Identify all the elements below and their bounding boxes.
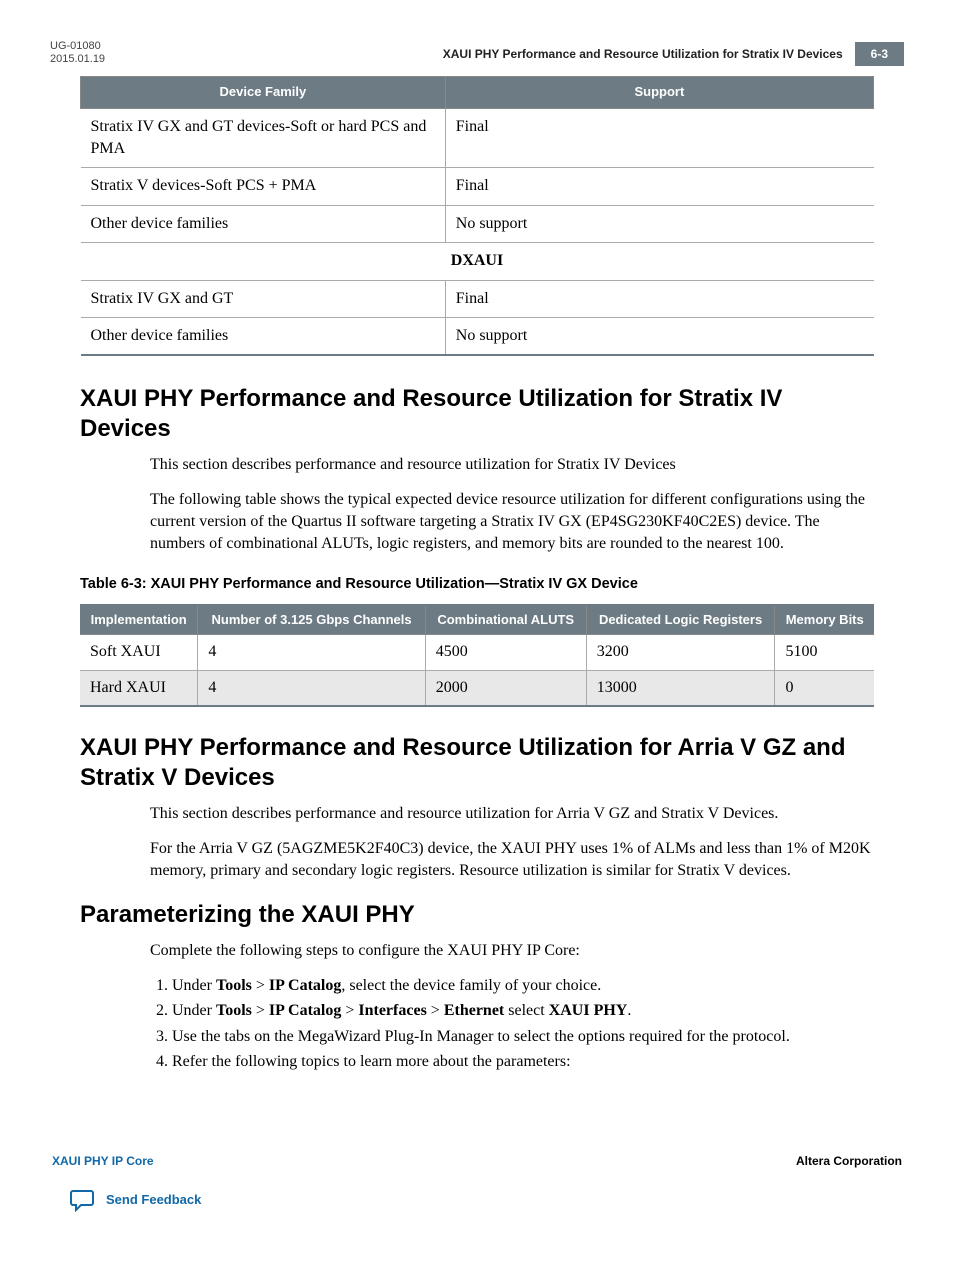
page-footer: XAUI PHY IP Core Altera Corporation bbox=[50, 1153, 904, 1170]
body-paragraph: This section describes performance and r… bbox=[150, 803, 874, 825]
send-feedback-link[interactable]: Send Feedback bbox=[106, 1191, 201, 1209]
table-header: Number of 3.125 Gbps Channels bbox=[198, 605, 425, 635]
page-header: UG-01080 2015.01.19 XAUI PHY Performance… bbox=[50, 40, 904, 66]
table-cell: Other device families bbox=[81, 317, 446, 355]
table-subheader: DXAUI bbox=[81, 243, 874, 280]
table-cell: Other device families bbox=[81, 205, 446, 242]
table-header: Memory Bits bbox=[775, 605, 874, 635]
header-section-title: XAUI PHY Performance and Resource Utiliz… bbox=[443, 46, 843, 63]
table-header: Combinational ALUTS bbox=[425, 605, 586, 635]
list-item: Under Tools > IP Catalog, select the dev… bbox=[172, 975, 874, 997]
steps-list: Under Tools > IP Catalog, select the dev… bbox=[150, 975, 874, 1074]
body-paragraph: For the Arria V GZ (5AGZME5K2F40C3) devi… bbox=[150, 838, 874, 883]
table-cell: 5100 bbox=[775, 635, 874, 670]
device-support-table: Device Family Support Stratix IV GX and … bbox=[80, 76, 874, 356]
footer-corporation: Altera Corporation bbox=[796, 1153, 902, 1170]
table-cell: Stratix IV GX and GT devices-Soft or har… bbox=[81, 108, 446, 168]
feedback-row: Send Feedback bbox=[50, 1188, 904, 1212]
table-cell: No support bbox=[445, 317, 873, 355]
doc-date: 2015.01.19 bbox=[50, 53, 105, 66]
section-heading-stratix-iv: XAUI PHY Performance and Resource Utiliz… bbox=[80, 384, 874, 444]
page-number-badge: 6-3 bbox=[855, 42, 904, 67]
list-item: Under Tools > IP Catalog > Interfaces > … bbox=[172, 1000, 874, 1022]
table-cell: 13000 bbox=[586, 670, 775, 706]
table-caption: Table 6-3: XAUI PHY Performance and Reso… bbox=[80, 574, 874, 594]
doc-id-block: UG-01080 2015.01.19 bbox=[50, 40, 105, 66]
table-cell: Final bbox=[445, 280, 873, 317]
section-heading-parameterizing: Parameterizing the XAUI PHY bbox=[80, 900, 874, 930]
performance-table: Implementation Number of 3.125 Gbps Chan… bbox=[80, 604, 874, 707]
table-cell: 2000 bbox=[425, 670, 586, 706]
table-cell: 4 bbox=[198, 635, 425, 670]
feedback-icon[interactable] bbox=[70, 1188, 96, 1212]
table-cell: Stratix V devices-Soft PCS + PMA bbox=[81, 168, 446, 205]
table-cell: 0 bbox=[775, 670, 874, 706]
doc-id: UG-01080 bbox=[50, 40, 105, 53]
body-paragraph: The following table shows the typical ex… bbox=[150, 489, 874, 556]
body-paragraph: Complete the following steps to configur… bbox=[150, 940, 874, 962]
list-item: Refer the following topics to learn more… bbox=[172, 1051, 874, 1073]
table-cell: 3200 bbox=[586, 635, 775, 670]
table-cell: Hard XAUI bbox=[80, 670, 198, 706]
table-cell: Soft XAUI bbox=[80, 635, 198, 670]
section-heading-arria-v: XAUI PHY Performance and Resource Utiliz… bbox=[80, 733, 874, 793]
table-header: Support bbox=[445, 77, 873, 108]
table-cell: Final bbox=[445, 168, 873, 205]
table-cell: No support bbox=[445, 205, 873, 242]
table-header: Device Family bbox=[81, 77, 446, 108]
table-cell: Stratix IV GX and GT bbox=[81, 280, 446, 317]
table-cell: Final bbox=[445, 108, 873, 168]
table-cell: 4 bbox=[198, 670, 425, 706]
table-cell: 4500 bbox=[425, 635, 586, 670]
body-paragraph: This section describes performance and r… bbox=[150, 454, 874, 476]
table-header: Dedicated Logic Registers bbox=[586, 605, 775, 635]
list-item: Use the tabs on the MegaWizard Plug-In M… bbox=[172, 1026, 874, 1048]
footer-link-core[interactable]: XAUI PHY IP Core bbox=[52, 1153, 154, 1170]
table-header: Implementation bbox=[80, 605, 198, 635]
